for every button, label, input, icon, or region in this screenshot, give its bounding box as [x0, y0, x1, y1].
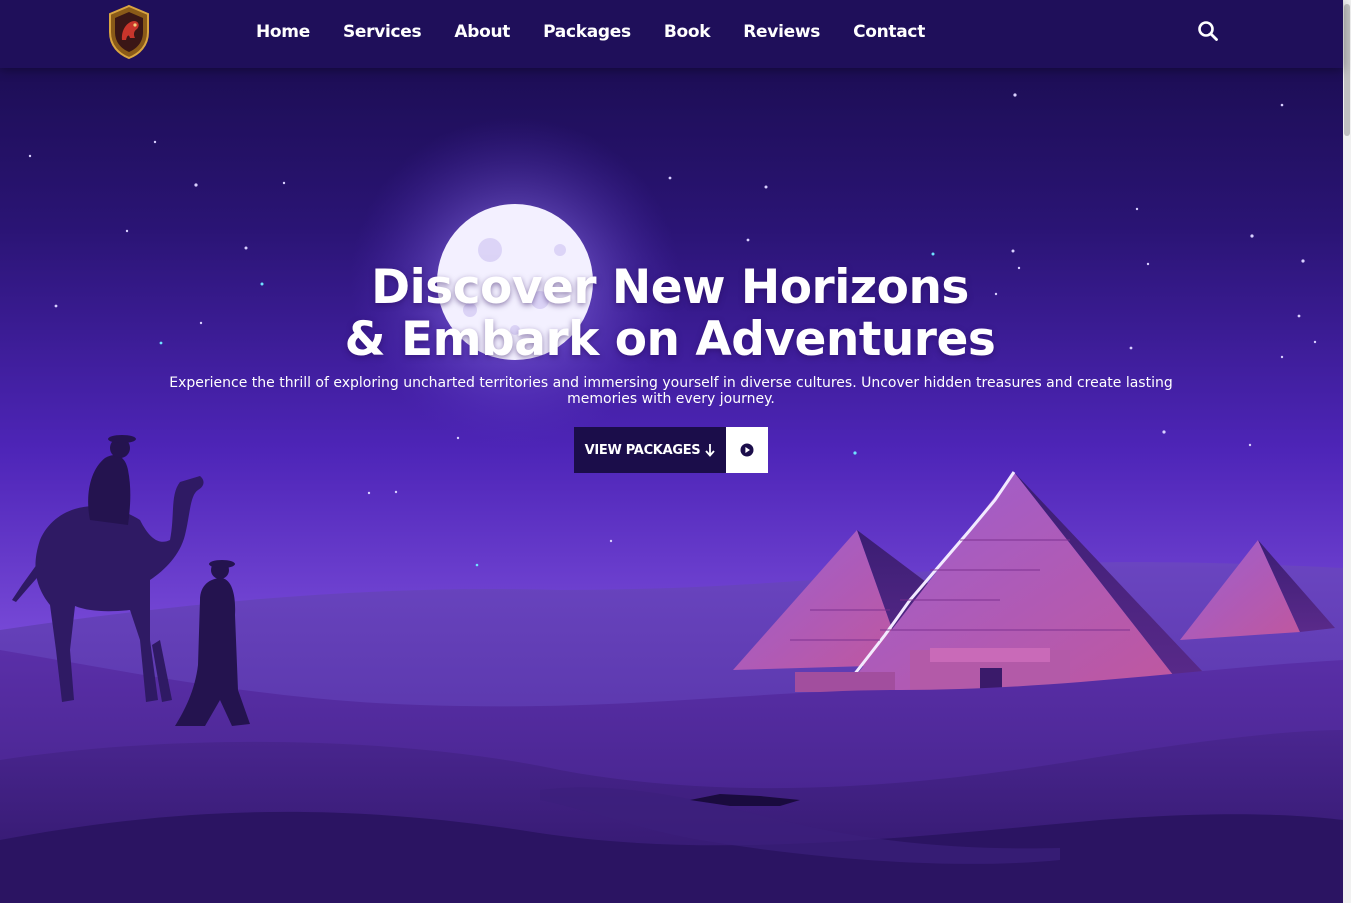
- nav-link-services[interactable]: Services: [343, 22, 422, 42]
- site-logo[interactable]: [106, 4, 152, 60]
- top-navbar: Home Services About Packages Book Review…: [0, 0, 1343, 68]
- nav-link-contact[interactable]: Contact: [853, 22, 925, 42]
- hero-title: Discover New Horizons & Embark on Advent…: [300, 262, 1040, 366]
- nav-link-packages[interactable]: Packages: [543, 22, 631, 42]
- hero-title-line1: Discover New Horizons: [371, 260, 969, 315]
- play-circle-icon: [740, 443, 754, 457]
- view-packages-button[interactable]: VIEW PACKAGES: [574, 427, 726, 473]
- search-icon: [1198, 21, 1218, 41]
- page-scrollbar[interactable]: [1343, 0, 1351, 903]
- shield-horse-logo-icon: [109, 4, 149, 60]
- nav-link-home[interactable]: Home: [256, 22, 310, 42]
- view-packages-label: VIEW PACKAGES: [584, 442, 701, 458]
- nav-menu: Home Services About Packages Book Review…: [256, 0, 958, 64]
- arrow-down-icon: [705, 444, 716, 457]
- play-video-button[interactable]: [726, 427, 768, 473]
- page: Home Services About Packages Book Review…: [0, 0, 1351, 903]
- hero-subtitle: Experience the thrill of exploring uncha…: [169, 375, 1173, 407]
- search-button[interactable]: [1197, 20, 1219, 42]
- hero-title-line2: & Embark on Adventures: [344, 312, 996, 367]
- nav-link-book[interactable]: Book: [664, 22, 711, 42]
- hero-cta-group: VIEW PACKAGES: [574, 427, 768, 473]
- scrollbar-thumb[interactable]: [1344, 4, 1350, 136]
- nav-link-reviews[interactable]: Reviews: [743, 22, 820, 42]
- nav-link-about[interactable]: About: [454, 22, 510, 42]
